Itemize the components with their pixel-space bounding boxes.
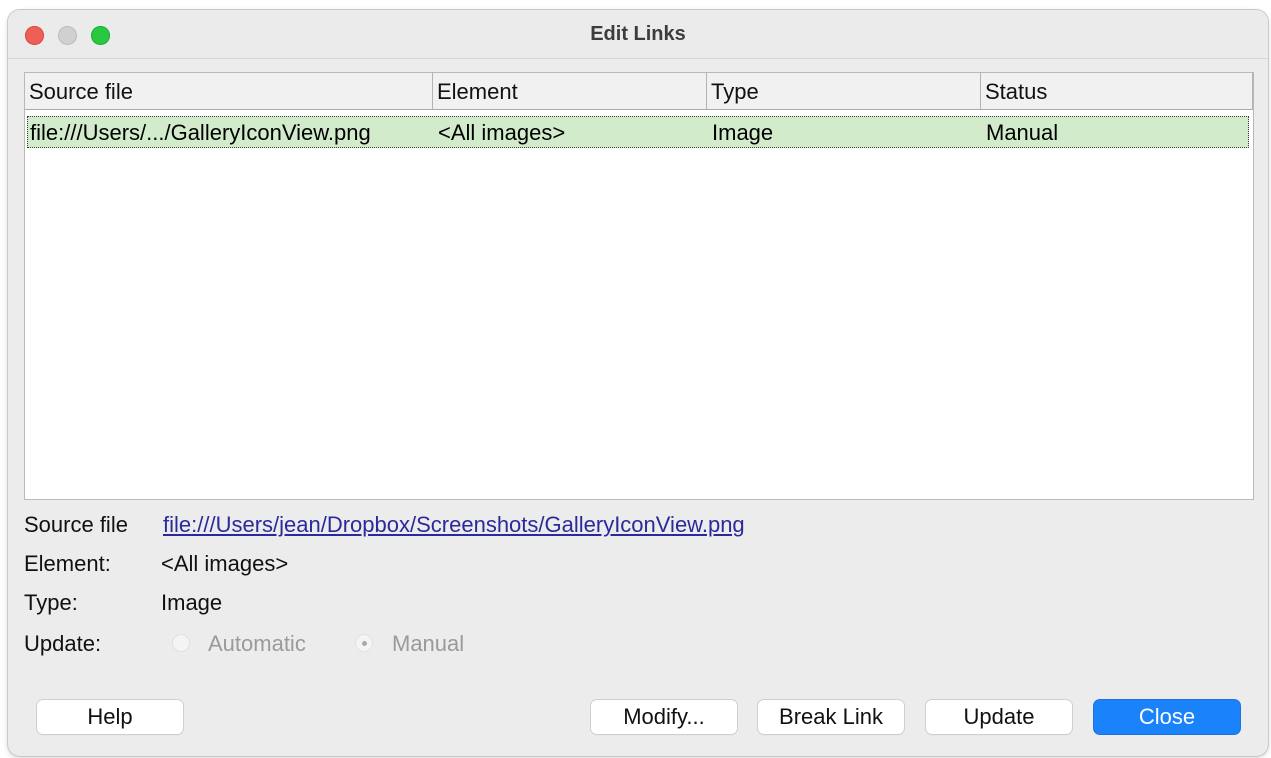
links-table[interactable]: Source file Element Type Status file:///… — [24, 72, 1254, 500]
modify-button[interactable]: Modify... — [591, 700, 737, 734]
automatic-radio-label: Automatic — [208, 631, 306, 656]
row-source-file: file:///Users/.../GalleryIconView.png — [30, 120, 371, 145]
edit-links-dialog: Edit Links Source file Element Type Stat… — [8, 10, 1268, 756]
row-type: Image — [712, 120, 774, 145]
element-value: <All images> — [161, 551, 289, 576]
window-title: Edit Links — [590, 23, 686, 45]
automatic-radio[interactable] — [172, 634, 190, 652]
row-element: <All images> — [438, 120, 566, 145]
element-label: Element: — [24, 551, 111, 576]
table-row[interactable]: file:///Users/.../GalleryIconView.png <A… — [27, 116, 1249, 148]
table-header: Source file Element Type Status — [25, 73, 1253, 110]
update-label: Update: — [24, 631, 102, 656]
source-file-label: Source file — [24, 512, 128, 537]
type-label: Type: — [24, 590, 78, 615]
column-header-source-file[interactable]: Source file — [25, 73, 433, 109]
manual-radio-label: Manual — [392, 631, 465, 656]
source-file-link[interactable]: file:///Users/jean/Dropbox/Screenshots/G… — [163, 512, 745, 538]
column-header-element[interactable]: Element — [433, 73, 707, 109]
column-header-status[interactable]: Status — [981, 73, 1253, 109]
update-button[interactable]: Update — [926, 700, 1072, 734]
title-bar: Edit Links — [8, 10, 1268, 59]
radio-selected-dot-icon — [362, 641, 367, 646]
help-button[interactable]: Help — [37, 700, 183, 734]
close-button[interactable]: Close — [1094, 700, 1240, 734]
type-value: Image — [161, 590, 223, 615]
break-link-button[interactable]: Break Link — [758, 700, 904, 734]
column-header-type[interactable]: Type — [707, 73, 981, 109]
manual-radio[interactable] — [355, 634, 373, 652]
row-status: Manual — [986, 120, 1059, 145]
